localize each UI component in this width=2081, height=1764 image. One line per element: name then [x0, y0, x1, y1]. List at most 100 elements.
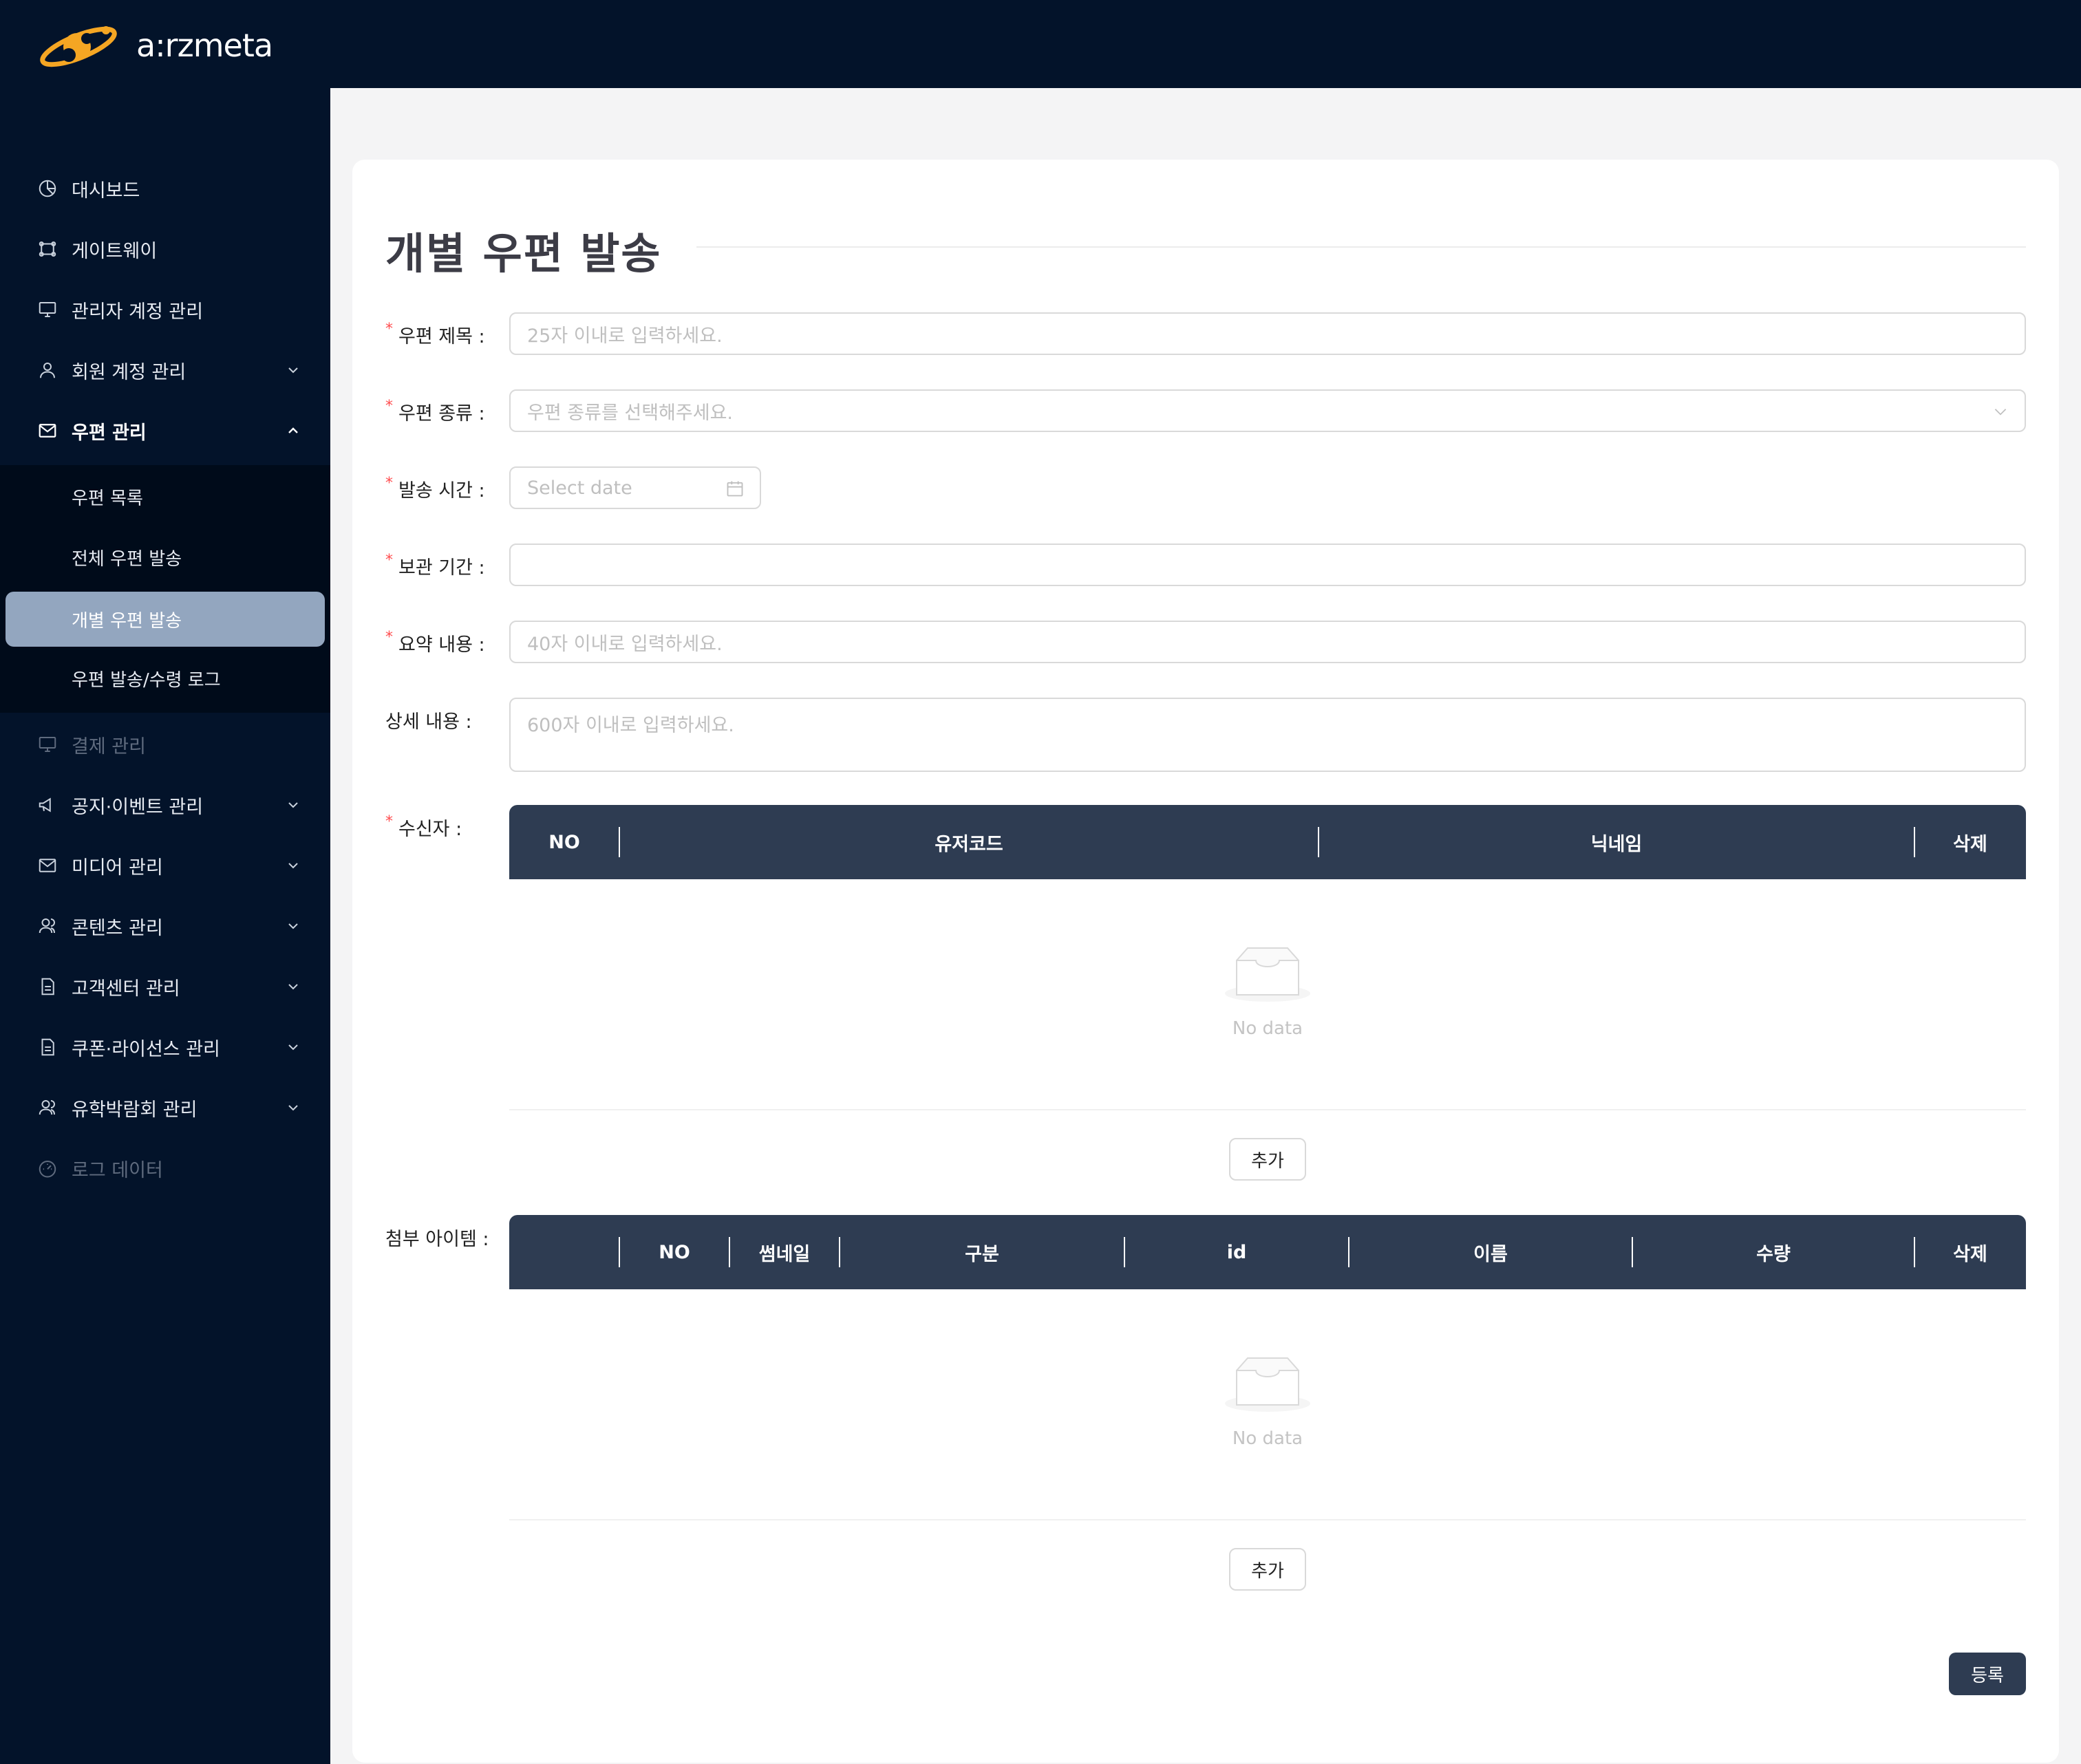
gateway-icon — [37, 239, 58, 259]
sidebar-item-label: 쿠폰·라이선스 관리 — [72, 1038, 220, 1060]
sidebar-item-media[interactable]: 미디어 관리 — [0, 835, 330, 896]
column-header[interactable]: 삭제 — [1914, 805, 2026, 879]
column-header-selection[interactable] — [509, 1215, 619, 1289]
document-icon — [37, 976, 58, 997]
column-header[interactable]: 삭제 — [1914, 1215, 2026, 1289]
summary-label: * 요약 내용 : — [385, 629, 485, 656]
add-attachment-button[interactable]: 추가 — [1229, 1548, 1306, 1591]
submenu-item-label: 전체 우편 발송 — [72, 548, 182, 570]
column-header[interactable]: 썸네일 — [729, 1215, 840, 1289]
column-header[interactable]: 유저코드 — [619, 805, 1319, 879]
sidebar-item-label: 회원 계정 관리 — [72, 361, 186, 383]
table-divider — [509, 1519, 2026, 1520]
chevron-down-icon — [288, 923, 298, 929]
mail-title-placeholder: 25자 이내로 입력하세요. — [527, 325, 723, 347]
sidebar-item-label: 관리자 계정 관리 — [72, 301, 204, 323]
sidebar-item-member-accounts[interactable]: 회원 계정 관리 — [0, 340, 330, 400]
submit-button[interactable]: 등록 — [1949, 1653, 2026, 1695]
table-divider — [509, 1109, 2026, 1110]
sidebar-item-payments[interactable]: 결제 관리 — [0, 714, 330, 775]
sidebar-item-notices-events[interactable]: 공지·이벤트 관리 — [0, 775, 330, 835]
sidebar-item-study-fair[interactable]: 유학박람회 관리 — [0, 1077, 330, 1138]
chevron-down-icon — [288, 367, 298, 374]
mail-type-label-text: 우편 종류 : — [398, 402, 485, 424]
send-time-label-text: 발송 시간 : — [398, 480, 485, 502]
required-mark: * — [385, 813, 393, 830]
detail-textarea[interactable]: 600자 이내로 입력하세요. — [509, 698, 2026, 772]
users-icon — [37, 916, 58, 936]
attachments-empty-state: No data — [509, 1355, 2026, 1449]
submenu-item-label: 우편 발송/수령 로그 — [72, 669, 221, 691]
mail-type-label: * 우편 종류 : — [385, 398, 485, 425]
sidebar-item-label: 콘텐츠 관리 — [72, 917, 163, 939]
sidebar-item-label: 유학박람회 관리 — [72, 1099, 198, 1121]
recipients-label: * 수신자 : — [385, 813, 462, 841]
column-header[interactable]: 수량 — [1632, 1215, 1914, 1289]
no-data-text: No data — [1232, 1018, 1303, 1039]
pie-chart-icon — [37, 178, 58, 199]
chevron-down-icon — [1994, 409, 2007, 416]
mail-type-select[interactable]: 우편 종류를 선택해주세요. — [509, 389, 2026, 432]
column-header[interactable]: 구분 — [840, 1215, 1124, 1289]
detail-label-text: 상세 내용 : — [385, 711, 472, 733]
submenu-item-label: 우편 목록 — [72, 488, 143, 509]
recipients-empty-state: No data — [509, 945, 2026, 1039]
retention-input[interactable] — [509, 544, 2026, 586]
mail-title-label-text: 우편 제목 : — [398, 325, 485, 347]
brand-logo[interactable]: a:rzmeta — [36, 21, 273, 70]
monitor-icon — [37, 299, 58, 320]
chevron-down-icon — [288, 1044, 298, 1051]
sidebar-item-dashboard[interactable]: 대시보드 — [0, 158, 330, 219]
sidebar-item-mail[interactable]: 우편 관리 — [0, 400, 330, 461]
dashboard-icon — [37, 1158, 58, 1179]
required-mark: * — [385, 397, 393, 415]
submenu-item-mail-list[interactable]: 우편 목록 — [0, 468, 330, 526]
recipients-table-header: NO 유저코드 닉네임 삭제 — [509, 805, 2026, 879]
mail-icon — [37, 420, 58, 441]
detail-label: 상세 내용 : — [385, 706, 472, 733]
add-recipient-button[interactable]: 추가 — [1229, 1138, 1306, 1181]
column-header[interactable]: id — [1124, 1215, 1349, 1289]
attachments-table-header: NO 썸네일 구분 id 이름 수량 삭제 — [509, 1215, 2026, 1289]
user-icon — [37, 360, 58, 380]
brand-name: a:rzmeta — [136, 27, 273, 64]
chevron-up-icon — [288, 427, 298, 433]
sidebar-item-log-data[interactable]: 로그 데이터 — [0, 1138, 330, 1198]
chevron-down-icon — [288, 1105, 298, 1111]
mail-icon — [37, 855, 58, 876]
sidebar-item-label: 결제 관리 — [72, 735, 146, 757]
column-header[interactable]: 닉네임 — [1319, 805, 1914, 879]
page-title: 개별 우편 발송 — [385, 228, 662, 279]
required-mark: * — [385, 551, 393, 569]
users-icon — [37, 1097, 58, 1118]
chevron-down-icon — [288, 802, 298, 808]
column-header[interactable]: NO — [619, 1215, 729, 1289]
top-header: a:rzmeta — [0, 0, 2081, 88]
send-time-label: * 발송 시간 : — [385, 475, 485, 502]
column-header[interactable]: 이름 — [1349, 1215, 1632, 1289]
mail-title-input[interactable]: 25자 이내로 입력하세요. — [509, 312, 2026, 355]
sidebar-item-label: 대시보드 — [72, 180, 140, 202]
column-header[interactable]: NO — [509, 805, 619, 879]
sidebar-item-label: 우편 관리 — [72, 422, 147, 444]
chevron-down-icon — [288, 863, 298, 869]
submenu-item-send-individual[interactable]: 개별 우편 발송 — [6, 592, 325, 647]
sidebar-item-label: 로그 데이터 — [72, 1159, 163, 1181]
send-time-datepicker[interactable]: Select date — [509, 466, 761, 509]
retention-label-text: 보관 기간 : — [398, 557, 485, 579]
summary-input[interactable]: 40자 이내로 입력하세요. — [509, 621, 2026, 663]
sidebar-item-contents[interactable]: 콘텐츠 관리 — [0, 896, 330, 956]
monitor-icon — [37, 734, 58, 755]
document-icon — [37, 1037, 58, 1057]
sidebar-item-coupons-licenses[interactable]: 쿠폰·라이선스 관리 — [0, 1017, 330, 1077]
sidebar-item-label: 공지·이벤트 관리 — [72, 796, 204, 818]
submenu-item-mail-log[interactable]: 우편 발송/수령 로그 — [0, 649, 330, 707]
no-data-text: No data — [1232, 1428, 1303, 1449]
sidebar-item-customer-center[interactable]: 고객센터 관리 — [0, 956, 330, 1017]
submenu-item-send-all[interactable]: 전체 우편 발송 — [0, 528, 330, 586]
sidebar-item-gateway[interactable]: 게이트웨이 — [0, 219, 330, 279]
title-divider — [696, 246, 2026, 248]
required-mark: * — [385, 628, 393, 646]
sidebar-item-admin-accounts[interactable]: 관리자 계정 관리 — [0, 279, 330, 340]
mail-title-label: * 우편 제목 : — [385, 321, 485, 348]
